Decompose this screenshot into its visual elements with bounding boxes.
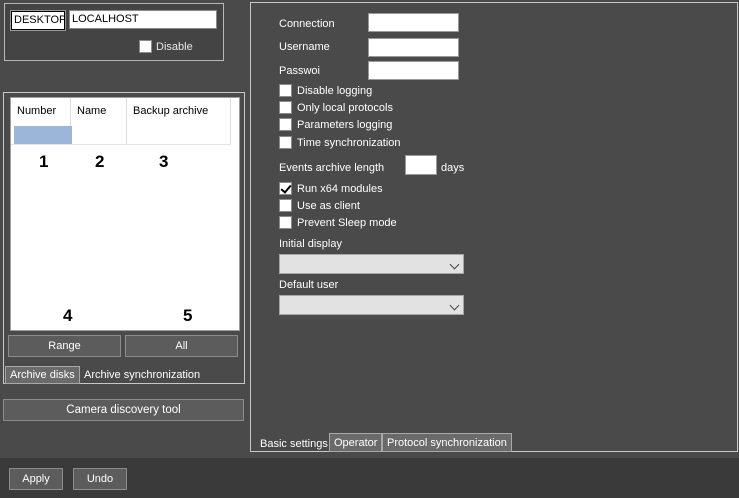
password-input[interactable] bbox=[368, 61, 459, 80]
default-user-label: Default user bbox=[279, 279, 339, 291]
events-archive-unit: days bbox=[441, 162, 465, 174]
run-x64-modules-label: Run x64 modules bbox=[297, 182, 383, 195]
disable-logging-label: Disable logging bbox=[297, 84, 373, 97]
settings-panel: Connection Username Passwoi Disable logg… bbox=[250, 2, 738, 452]
disable-label: Disable bbox=[156, 40, 193, 53]
tab-protocol-synchronization[interactable]: Protocol synchronization bbox=[382, 433, 512, 452]
range-button[interactable]: Range bbox=[8, 335, 121, 357]
host-id-field[interactable]: DESKTOP bbox=[10, 10, 66, 31]
prevent-sleep-mode-row[interactable]: Prevent Sleep mode bbox=[279, 216, 397, 229]
connection-label: Connection bbox=[279, 18, 335, 30]
annotation-1: 1 bbox=[39, 152, 49, 171]
disable-logging-checkbox[interactable] bbox=[279, 84, 292, 97]
events-archive-length-label: Events archive length bbox=[279, 162, 385, 174]
tab-basic-settings[interactable]: Basic settings bbox=[256, 434, 332, 453]
selected-cell[interactable] bbox=[14, 126, 72, 144]
connection-input[interactable] bbox=[368, 13, 459, 32]
initial-display-select[interactable] bbox=[279, 254, 464, 274]
column-header-name[interactable]: Name bbox=[71, 98, 127, 144]
use-as-client-row[interactable]: Use as client bbox=[279, 199, 360, 212]
use-as-client-label: Use as client bbox=[297, 199, 360, 212]
host-name-field[interactable]: LOCALHOST bbox=[69, 10, 217, 29]
use-as-client-checkbox[interactable] bbox=[279, 199, 292, 212]
initial-display-label: Initial display bbox=[279, 238, 342, 250]
parameters-logging-row[interactable]: Parameters logging bbox=[279, 118, 392, 131]
password-label: Passwoi bbox=[279, 65, 320, 77]
username-label: Username bbox=[279, 41, 330, 53]
time-synchronization-row[interactable]: Time synchronization bbox=[279, 136, 401, 149]
server-box: DESKTOP LOCALHOST Disable bbox=[4, 3, 224, 61]
events-archive-length-input[interactable] bbox=[405, 155, 437, 175]
tab-operator[interactable]: Operator bbox=[329, 433, 383, 452]
prevent-sleep-mode-checkbox[interactable] bbox=[279, 216, 292, 229]
tab-archive-disks[interactable]: Archive disks bbox=[5, 366, 80, 384]
annotation-3: 3 bbox=[159, 152, 169, 171]
disable-checkbox[interactable] bbox=[139, 40, 152, 53]
header-divider bbox=[11, 144, 231, 145]
all-button[interactable]: All bbox=[125, 335, 238, 357]
parameters-logging-label: Parameters logging bbox=[297, 118, 393, 131]
disable-checkbox-row[interactable]: Disable bbox=[139, 40, 193, 53]
archive-table[interactable]: Number Name Backup archive 1 2 3 4 5 bbox=[10, 97, 240, 331]
only-local-protocols-checkbox[interactable] bbox=[279, 101, 292, 114]
run-x64-modules-checkbox[interactable] bbox=[279, 182, 292, 195]
camera-discovery-tool-button[interactable]: Camera discovery tool bbox=[3, 399, 244, 421]
default-user-select[interactable] bbox=[279, 295, 464, 315]
chevron-down-icon bbox=[449, 259, 460, 270]
prevent-sleep-mode-label: Prevent Sleep mode bbox=[297, 216, 397, 229]
only-local-protocols-row[interactable]: Only local protocols bbox=[279, 101, 393, 114]
column-header-backup-archive[interactable]: Backup archive bbox=[127, 98, 231, 144]
annotation-2: 2 bbox=[95, 152, 105, 171]
username-input[interactable] bbox=[368, 38, 459, 57]
undo-button[interactable]: Undo bbox=[73, 468, 127, 490]
annotation-4: 4 bbox=[63, 306, 73, 325]
time-synchronization-checkbox[interactable] bbox=[279, 136, 292, 149]
run-x64-modules-row[interactable]: Run x64 modules bbox=[279, 182, 383, 195]
annotation-5: 5 bbox=[183, 306, 193, 325]
chevron-down-icon bbox=[449, 300, 460, 311]
parameters-logging-checkbox[interactable] bbox=[279, 118, 292, 131]
tab-archive-synchronization[interactable]: Archive synchronization bbox=[80, 366, 204, 384]
time-synchronization-label: Time synchronization bbox=[297, 136, 401, 149]
disable-logging-row[interactable]: Disable logging bbox=[279, 84, 372, 97]
apply-button[interactable]: Apply bbox=[9, 468, 63, 490]
only-local-protocols-label: Only local protocols bbox=[297, 101, 393, 114]
